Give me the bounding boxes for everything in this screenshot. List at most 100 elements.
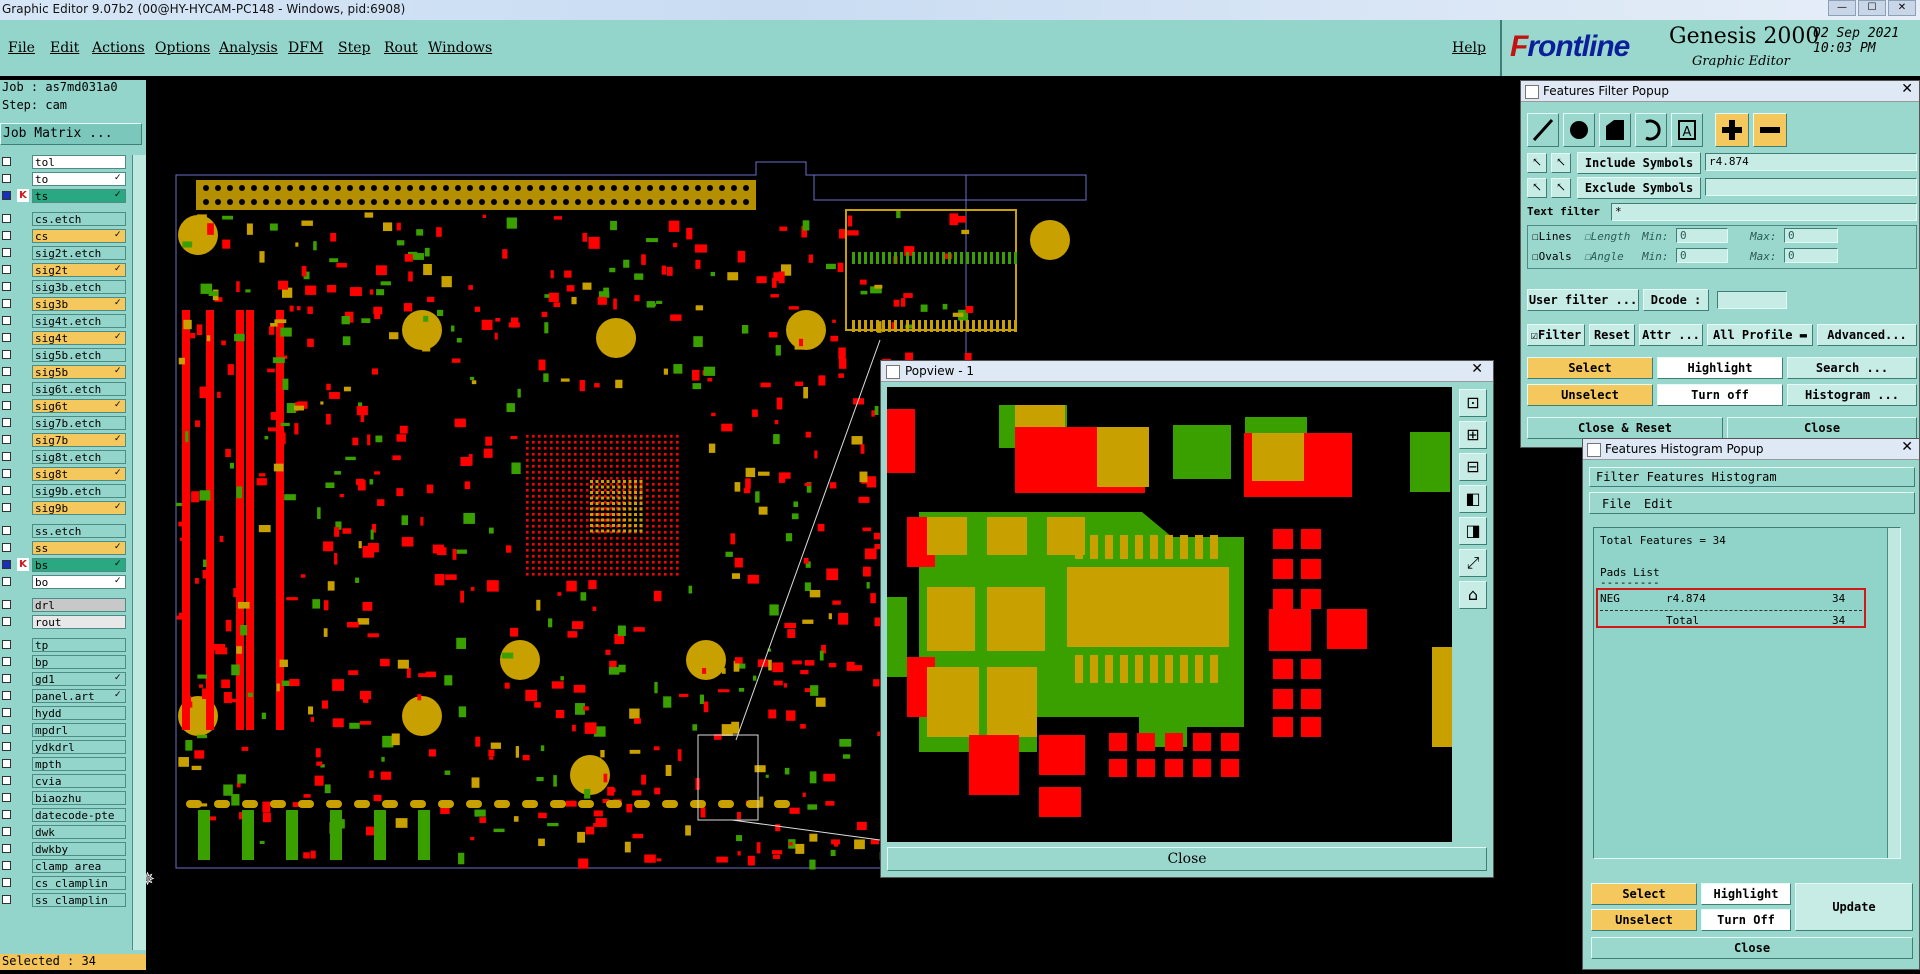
layer-name[interactable]: drl [32, 598, 126, 612]
layer-checkbox[interactable] [2, 543, 11, 552]
layer-checkbox[interactable] [2, 657, 11, 666]
layer-name[interactable]: dwk [32, 825, 126, 839]
angle-checkbox[interactable]: ☐Angle [1584, 250, 1624, 263]
user-filter-button[interactable]: User filter ... [1527, 289, 1639, 311]
layer-row-cs_clamplin[interactable]: cs_clamplin [0, 876, 132, 890]
turn-off-button[interactable]: Turn off [1657, 384, 1783, 406]
layer-name[interactable]: sig2t [32, 263, 126, 277]
layer-row-ydkdrl[interactable]: ydkdrl [0, 740, 132, 754]
layer-name[interactable]: dwkby [32, 842, 126, 856]
menu-actions[interactable]: Actions [92, 40, 145, 56]
text-filter-input[interactable]: * [1611, 203, 1917, 221]
layer-row-sig9b[interactable]: sig9b ✓ [0, 501, 132, 515]
line-type-button[interactable] [1527, 113, 1559, 147]
layer-name[interactable]: sig9b [32, 501, 126, 515]
layer-row-sig2t[interactable]: sig2t ✓ [0, 263, 132, 277]
layer-checkbox[interactable] [2, 174, 11, 183]
layer-name[interactable]: sig8t [32, 467, 126, 481]
surface-type-button[interactable] [1599, 113, 1631, 147]
layer-checkbox[interactable] [2, 810, 11, 819]
layer-checkbox[interactable] [2, 282, 11, 291]
zoom-out-icon[interactable]: ⊟ [1459, 453, 1487, 481]
layer-checkbox[interactable] [2, 526, 11, 535]
layer-row-sig9b.etch[interactable]: sig9b.etch [0, 484, 132, 498]
fit-icon[interactable]: ⤢ [1459, 549, 1487, 577]
length-min-input[interactable]: 0 [1676, 228, 1728, 243]
close-icon[interactable]: ✕ [1471, 361, 1483, 377]
layer-checkbox[interactable] [2, 401, 11, 410]
angle-max-input[interactable]: 0 [1784, 248, 1838, 263]
menu-options[interactable]: Options [155, 40, 210, 56]
popview-zoom-area[interactable] [887, 387, 1452, 842]
exclude-symbols-button[interactable]: Exclude Symbols : [1577, 177, 1701, 215]
layer-name[interactable]: bo [32, 575, 126, 589]
reset-button[interactable]: Reset [1589, 324, 1635, 346]
layer-row-sig6t.etch[interactable]: sig6t.etch [0, 382, 132, 396]
layer-row-to[interactable]: to ✓ [0, 172, 132, 186]
layer-checkbox[interactable] [2, 231, 11, 240]
layer-checkbox[interactable] [2, 600, 11, 609]
layer-row-ts[interactable]: Kts ✓ [0, 189, 132, 203]
layer-row-ss[interactable]: ss ✓ [0, 541, 132, 555]
positive-polarity-button[interactable] [1715, 113, 1749, 147]
layer-name[interactable]: cs_clamplin [32, 876, 126, 890]
histogram-menu-file[interactable]: File [1602, 497, 1631, 511]
layer-name[interactable]: sig6t [32, 399, 126, 413]
close-reset-button[interactable]: Close & Reset [1527, 417, 1723, 439]
arc-type-button[interactable] [1635, 113, 1667, 147]
layer-checkbox[interactable] [2, 759, 11, 768]
histogram-update-button[interactable]: Update [1795, 883, 1913, 931]
layer-name[interactable]: cs.etch [32, 212, 126, 226]
layer-name[interactable]: hydd [32, 706, 126, 720]
layer-row-cvia[interactable]: cvia [0, 774, 132, 788]
layer-checkbox[interactable] [2, 725, 11, 734]
layer-checkbox[interactable] [2, 316, 11, 325]
layer-checkbox[interactable] [2, 191, 11, 200]
dcode-button[interactable]: Dcode : [1643, 289, 1709, 311]
unselect-button[interactable]: Unselect [1527, 384, 1653, 406]
layer-name[interactable]: bp [32, 655, 126, 669]
layer-row-sig8t.etch[interactable]: sig8t.etch [0, 450, 132, 464]
layer-row-tol[interactable]: tol [0, 155, 132, 169]
dcode-input[interactable] [1717, 291, 1787, 309]
layer-checkbox[interactable] [2, 367, 11, 376]
layer-row-cs.etch[interactable]: cs.etch [0, 212, 132, 226]
layer-checkbox[interactable] [2, 742, 11, 751]
layer-checkbox[interactable] [2, 452, 11, 461]
layer-row-mpth[interactable]: mpth [0, 757, 132, 771]
layer-name[interactable]: ss.etch [32, 524, 126, 538]
layer-name[interactable]: biaozhu [32, 791, 126, 805]
menu-windows[interactable]: Windows [428, 40, 492, 56]
layer-name[interactable]: datecode-pte [32, 808, 126, 822]
layer-name[interactable]: sig6t.etch [32, 382, 126, 396]
layer-name[interactable]: sig7b.etch [32, 416, 126, 430]
layer-checkbox[interactable] [2, 827, 11, 836]
layer-checkbox[interactable] [2, 861, 11, 870]
close-icon[interactable]: ✕ [1901, 81, 1913, 97]
layer-checkbox[interactable] [2, 577, 11, 586]
select-button[interactable]: Select [1527, 357, 1653, 379]
minimize-button[interactable]: — [1828, 0, 1856, 16]
layer-checkbox[interactable] [2, 214, 11, 223]
layer-checkbox[interactable] [2, 384, 11, 393]
affected-layer-icon[interactable]: K [17, 558, 29, 571]
close-icon[interactable]: ✕ [1901, 439, 1913, 455]
layer-row-hydd[interactable]: hydd [0, 706, 132, 720]
layer-checkbox[interactable] [2, 486, 11, 495]
ovals-checkbox[interactable]: ☐Ovals [1532, 250, 1572, 263]
menu-step[interactable]: Step [338, 40, 370, 56]
layer-name[interactable]: sig8t.etch [32, 450, 126, 464]
layer-name[interactable]: ts [32, 189, 126, 203]
lines-checkbox[interactable]: ☐Lines [1532, 230, 1572, 243]
histogram-row[interactable]: NEG r4.874 34 [1594, 590, 1864, 606]
histogram-select-button[interactable]: Select [1591, 883, 1697, 905]
layer-name[interactable]: sig4t.etch [32, 314, 126, 328]
layer-name[interactable]: to [32, 172, 126, 186]
layer-name[interactable]: sig3b.etch [32, 280, 126, 294]
histogram-turn-off-button[interactable]: Turn Off [1701, 909, 1791, 931]
layer-checkbox[interactable] [2, 776, 11, 785]
layer-name[interactable]: sig5b.etch [32, 348, 126, 362]
filter-toggle[interactable]: ☑Filter [1527, 324, 1585, 346]
histogram-scrollbar[interactable] [1887, 528, 1900, 858]
histogram-unselect-button[interactable]: Unselect [1591, 909, 1697, 931]
